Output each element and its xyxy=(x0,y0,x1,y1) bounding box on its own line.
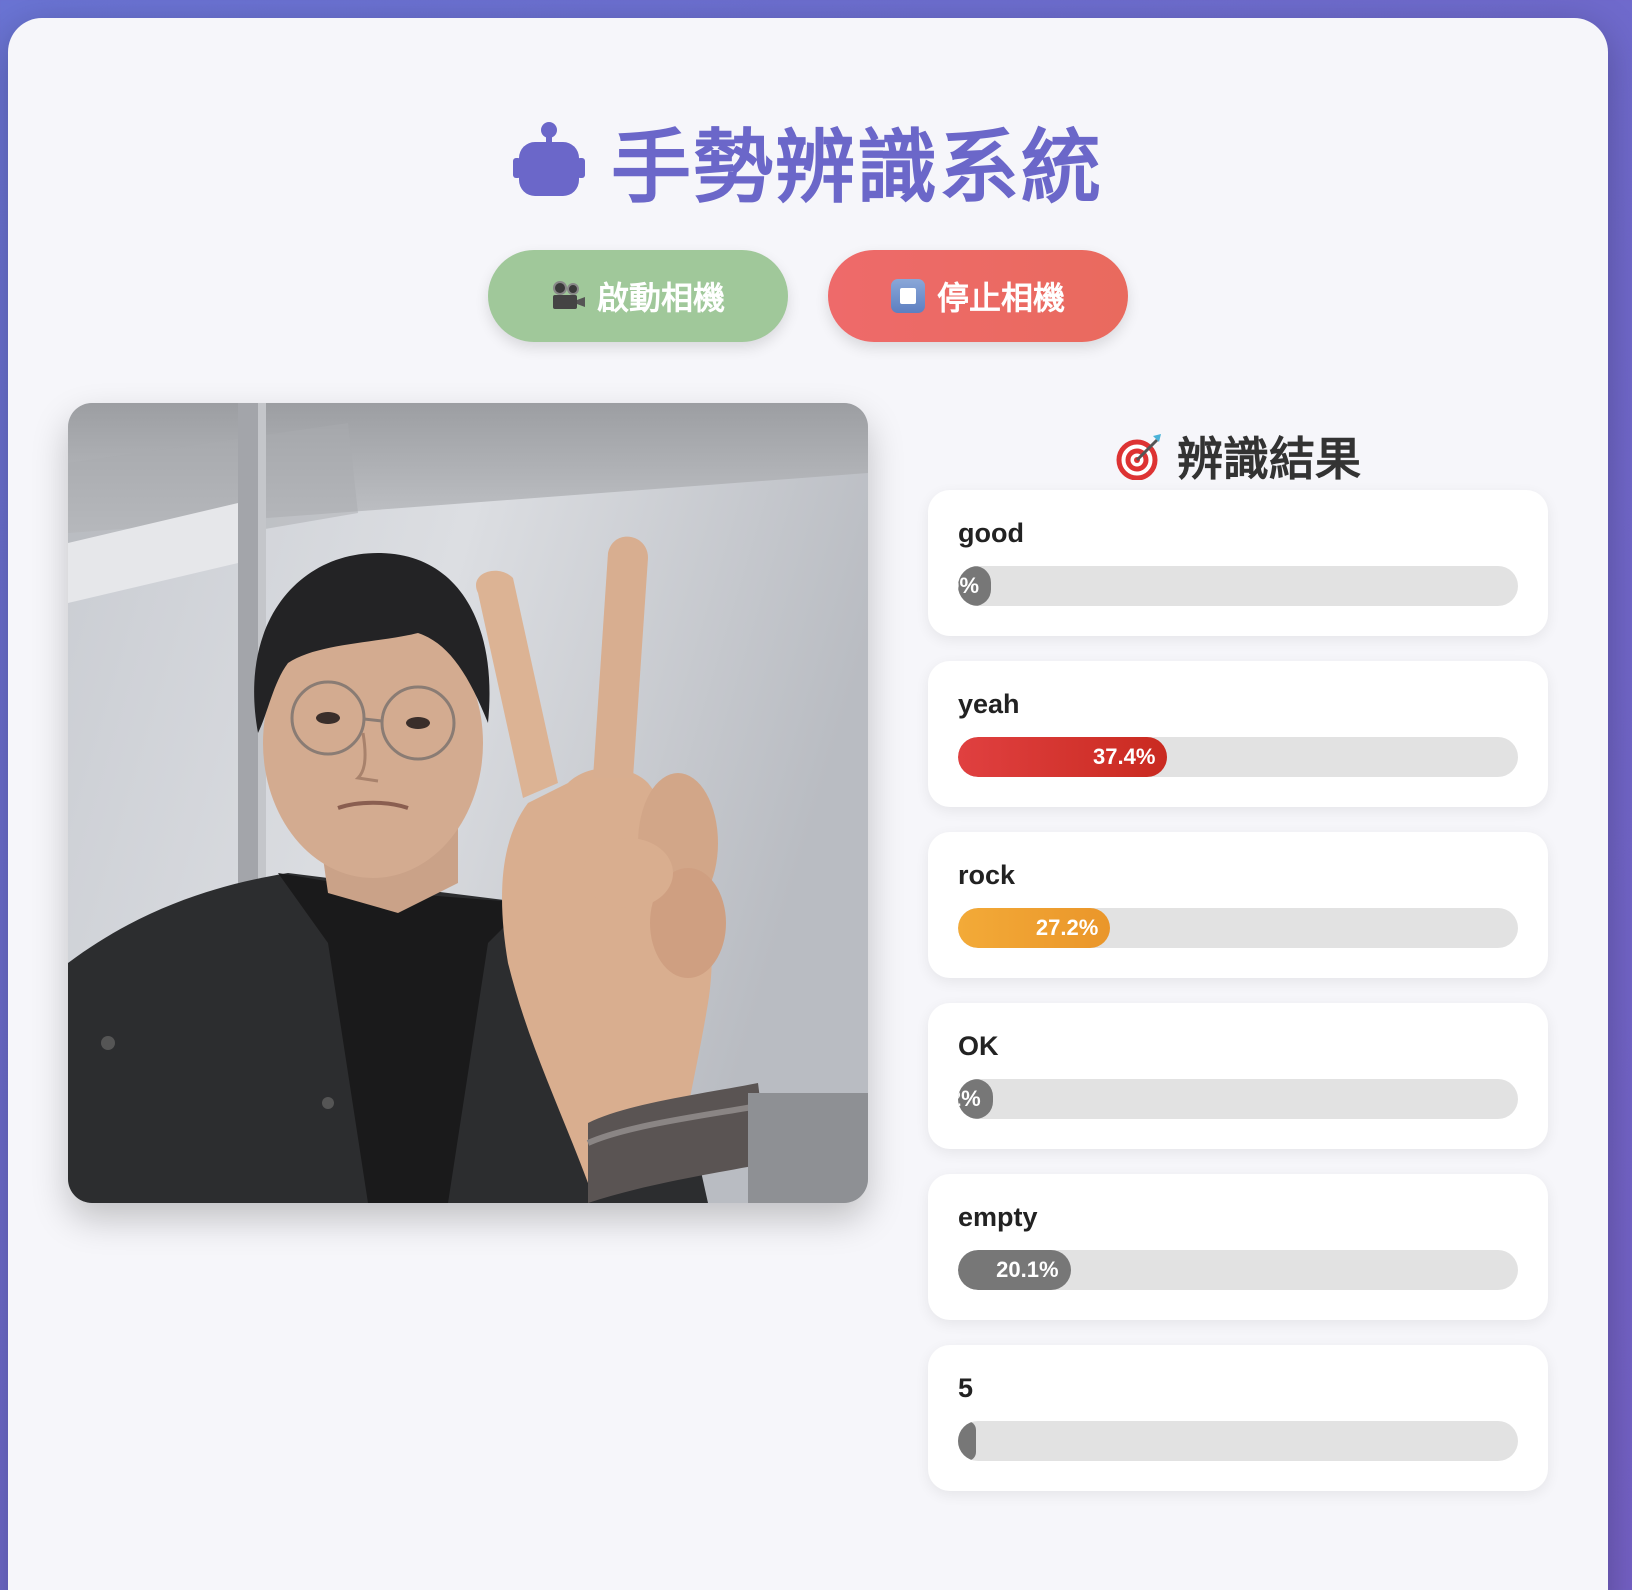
stop-button-icon xyxy=(890,279,925,313)
camera-video-feed xyxy=(68,403,868,1203)
start-camera-button[interactable]: 啟動相機 xyxy=(488,250,788,342)
results-title-text: 辨識結果 xyxy=(1177,432,1361,486)
confidence-percent: 37.4% xyxy=(1093,744,1156,769)
target-icon xyxy=(1116,434,1161,480)
confidence-percent: 6.2% xyxy=(958,1086,981,1111)
confidence-bar-fill: 5.9% xyxy=(958,566,992,606)
result-label: empty xyxy=(958,1202,1038,1232)
confidence-bar-track: 6.2% xyxy=(958,1079,1518,1119)
stop-camera-button[interactable]: 停止相機 xyxy=(828,250,1128,342)
result-card: rock 27.2% xyxy=(928,832,1548,978)
result-label: 5 xyxy=(958,1373,974,1403)
confidence-bar-track: 27.2% xyxy=(958,908,1518,948)
confidence-percent: 27.2% xyxy=(1035,915,1099,940)
result-card: OK 6.2% xyxy=(928,1003,1548,1149)
result-label: good xyxy=(958,518,1024,548)
confidence-bar-track: 5.9% xyxy=(958,566,1518,606)
result-card: yeah 37.4% xyxy=(928,661,1548,807)
result-card: empty 20.1% xyxy=(928,1174,1548,1320)
results-title: 辨識結果 xyxy=(928,423,1548,489)
result-label: yeah xyxy=(958,689,1020,719)
start-camera-label: 啟動相機 xyxy=(596,279,725,317)
confidence-percent: 20.1% xyxy=(996,1257,1059,1282)
confidence-bar-track: 20.1% xyxy=(958,1250,1518,1290)
robot-icon xyxy=(513,122,585,200)
result-label: rock xyxy=(958,860,1016,890)
confidence-bar-fill xyxy=(958,1421,976,1461)
confidence-bar-fill: 6.2% xyxy=(958,1079,993,1119)
confidence-bar-track xyxy=(958,1421,1518,1461)
main-card: 手勢辨識系統 啟動相機 停止相機 辨識結果 good % yeah 37.4% … xyxy=(8,18,1608,1590)
result-card: 5 xyxy=(928,1345,1548,1491)
confidence-bar-track: 37.4% xyxy=(958,737,1518,777)
movie-camera-icon xyxy=(551,281,585,311)
confidence-bar-fill: 37.4% xyxy=(958,737,1168,777)
result-card: good 5.9% xyxy=(928,490,1548,636)
page-title-text: 手勢辨識系統 xyxy=(611,121,1103,214)
confidence-percent: 5.9% xyxy=(958,573,980,598)
page-title: 手勢辨識系統 xyxy=(8,103,1608,219)
stop-camera-label: 停止相機 xyxy=(936,279,1065,317)
confidence-bar-fill: 20.1% xyxy=(958,1250,1071,1290)
confidence-bar-fill: 27.2% xyxy=(958,908,1111,948)
result-label: OK xyxy=(958,1031,999,1061)
